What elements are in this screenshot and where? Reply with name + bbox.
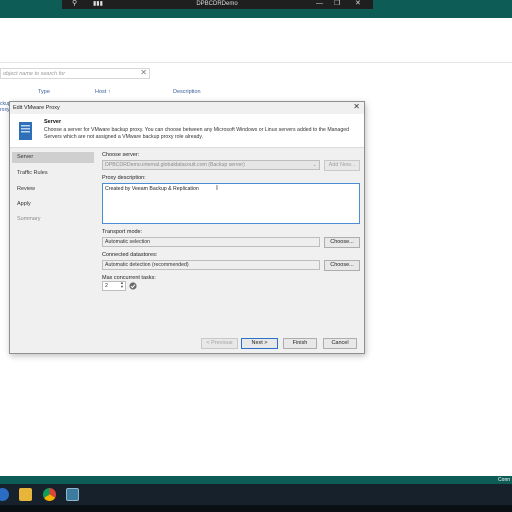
column-header-type[interactable]: Type [38,89,50,95]
start-icon[interactable] [0,488,9,501]
previous-button[interactable]: < Previous [201,338,238,349]
nav-item-apply[interactable]: Apply [12,199,94,210]
dialog-title: Edit VMware Proxy [13,105,60,111]
pin-icon[interactable]: ⚲ [72,0,77,8]
nav-item-review[interactable]: Review [12,184,94,195]
chrome-icon[interactable] [43,488,56,501]
wizard-nav: Server Traffic Rules Review Apply Summar… [12,151,94,351]
text-cursor-icon: I [216,185,218,192]
nav-item-summary[interactable]: Summary [12,214,94,225]
connected-datastores-field: Automatic detection (recommended) [102,260,320,270]
check-icon [129,282,137,290]
signal-icon: ▮▮▮ [93,1,103,7]
step-title: Server [44,119,62,125]
minimize-icon[interactable]: — [316,0,323,8]
server-select-value: DPBCDRDemo.internal.globaldatacoult.com … [105,162,245,168]
proxy-description-label: Proxy description: [102,175,146,181]
max-tasks-value: 2 [105,283,108,289]
choose-server-label: Choose server: [102,152,140,158]
veeam-console-icon[interactable] [66,488,79,501]
datastores-choose-button[interactable]: Choose... [324,260,360,271]
server-icon [19,122,32,140]
next-button[interactable]: Next > [241,338,278,349]
nav-item-server[interactable]: Server [12,152,94,163]
screen-bottom [0,505,512,512]
proxy-description-value: Created by Veeam Backup & Replication [105,186,199,192]
wizard-header: Server Choose a server for VMware backup… [10,114,364,148]
column-header-host[interactable]: Host ↑ [95,89,111,95]
server-select[interactable]: DPBCDRDemo.internal.globaldatacoult.com … [102,160,320,170]
add-new-button[interactable]: Add New... [324,160,360,171]
edit-vmware-proxy-dialog: Edit VMware Proxy ✕ Server Choose a serv… [9,101,365,354]
transport-mode-label: Transport mode: [102,229,143,235]
chevron-down-icon: ⌄ [312,162,317,168]
stepper-arrows-icon[interactable]: ▲ ▼ [120,281,124,289]
transport-choose-button[interactable]: Choose... [324,237,360,248]
dialog-close-icon[interactable]: ✕ [353,102,360,111]
search-input[interactable]: object name to search for ✕ [0,68,150,79]
proxy-description-textarea[interactable]: Created by Veeam Backup & Replication I [102,183,360,224]
status-strip: Conn [0,476,512,484]
divider [0,62,512,63]
clear-search-icon[interactable]: ✕ [140,68,147,77]
taskbar [0,484,512,505]
cancel-button[interactable]: Cancel [323,338,357,349]
finish-button[interactable]: Finish [283,338,317,349]
connected-datastores-label: Connected datastores: [102,252,158,258]
remote-session-bar: ⚲ ▮▮▮ DPBCDRDemo — ❐ ✕ [62,0,373,9]
session-title: DPBCDRDemo [196,1,238,7]
search-placeholder: object name to search for [3,71,66,77]
max-tasks-stepper[interactable]: 2 ▲ ▼ [102,281,126,291]
close-icon[interactable]: ✕ [355,0,361,8]
step-description: Choose a server for VMware backup proxy.… [44,127,349,140]
connection-label: Conn [498,477,510,483]
restore-icon[interactable]: ❐ [334,0,340,8]
column-header-description[interactable]: Description [173,89,201,95]
transport-mode-field: Automatic selection [102,237,320,247]
nav-item-traffic-rules[interactable]: Traffic Rules [12,168,94,179]
file-explorer-icon[interactable] [19,488,32,501]
